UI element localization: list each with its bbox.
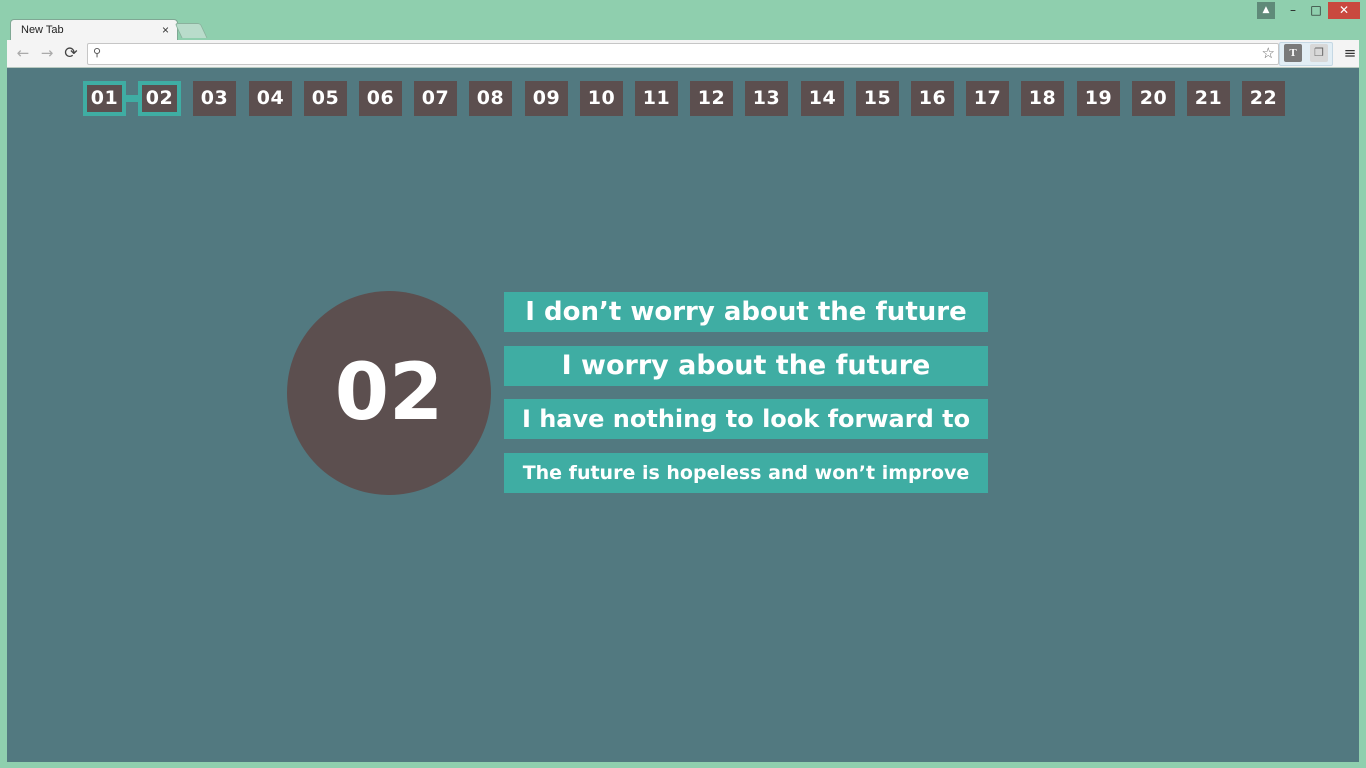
page-item-14[interactable]: 14 [801,81,844,116]
search-icon: ⚲ [93,46,102,59]
address-bar[interactable]: ⚲ ☆ [87,43,1279,65]
page-item-08[interactable]: 08 [469,81,512,116]
page-item-12[interactable]: 12 [690,81,733,116]
page-item-17[interactable]: 17 [966,81,1009,116]
answer-option-3[interactable]: The future is hopeless and won’t improve [504,453,988,493]
page-item-18[interactable]: 18 [1021,81,1064,116]
visited-connector [126,95,138,102]
page-item-04[interactable]: 04 [249,81,292,116]
answer-option-2[interactable]: I have nothing to look forward to [504,399,988,439]
page-item-02[interactable]: 02 [138,81,181,116]
page-item-22[interactable]: 22 [1242,81,1285,116]
forward-arrow-icon[interactable]: → [38,44,56,62]
page-item-13[interactable]: 13 [745,81,788,116]
back-arrow-icon[interactable]: ← [14,44,32,62]
page-item-09[interactable]: 09 [525,81,568,116]
page-item-19[interactable]: 19 [1077,81,1120,116]
answer-option-0[interactable]: I don’t worry about the future [504,292,988,332]
page-item-03[interactable]: 03 [193,81,236,116]
page-item-21[interactable]: 21 [1187,81,1230,116]
page-viewport: 01 02 03 04 05 06 07 08 09 10 11 12 13 14 15 16 17 18 19 20… [7,68,1359,762]
page-item-20[interactable]: 20 [1132,81,1175,116]
maximize-button[interactable]: □ [1306,2,1326,19]
page-item-15[interactable]: 15 [856,81,899,116]
answer-option-1[interactable]: I worry about the future [504,346,988,386]
page-item-05[interactable]: 05 [304,81,347,116]
new-tab-button[interactable] [174,23,208,38]
page-item-10[interactable]: 10 [580,81,623,116]
browser-tab[interactable]: New Tab × [10,19,178,42]
browser-toolbar: ← → ⟳ ⚲ ☆ T ❐ ≡ [7,40,1359,68]
page-item-01[interactable]: 01 [83,81,126,116]
user-profile-icon[interactable]: ▲ [1257,2,1275,19]
page-item-11[interactable]: 11 [635,81,678,116]
tab-close-icon[interactable]: × [162,23,169,37]
current-question-number: 02 [287,291,491,495]
extension-t-icon[interactable]: T [1284,44,1302,62]
bookmark-star-icon[interactable]: ☆ [1262,44,1275,62]
extension-pages-icon[interactable]: ❐ [1310,44,1328,62]
close-window-button[interactable]: ✕ [1328,2,1360,19]
page-item-06[interactable]: 06 [359,81,402,116]
reload-icon[interactable]: ⟳ [62,44,80,62]
page-item-07[interactable]: 07 [414,81,457,116]
minimize-button[interactable]: – [1284,2,1302,19]
address-input[interactable] [110,45,1254,63]
tab-title: New Tab [21,24,64,36]
page-item-16[interactable]: 16 [911,81,954,116]
browser-menu-icon[interactable]: ≡ [1342,44,1358,62]
